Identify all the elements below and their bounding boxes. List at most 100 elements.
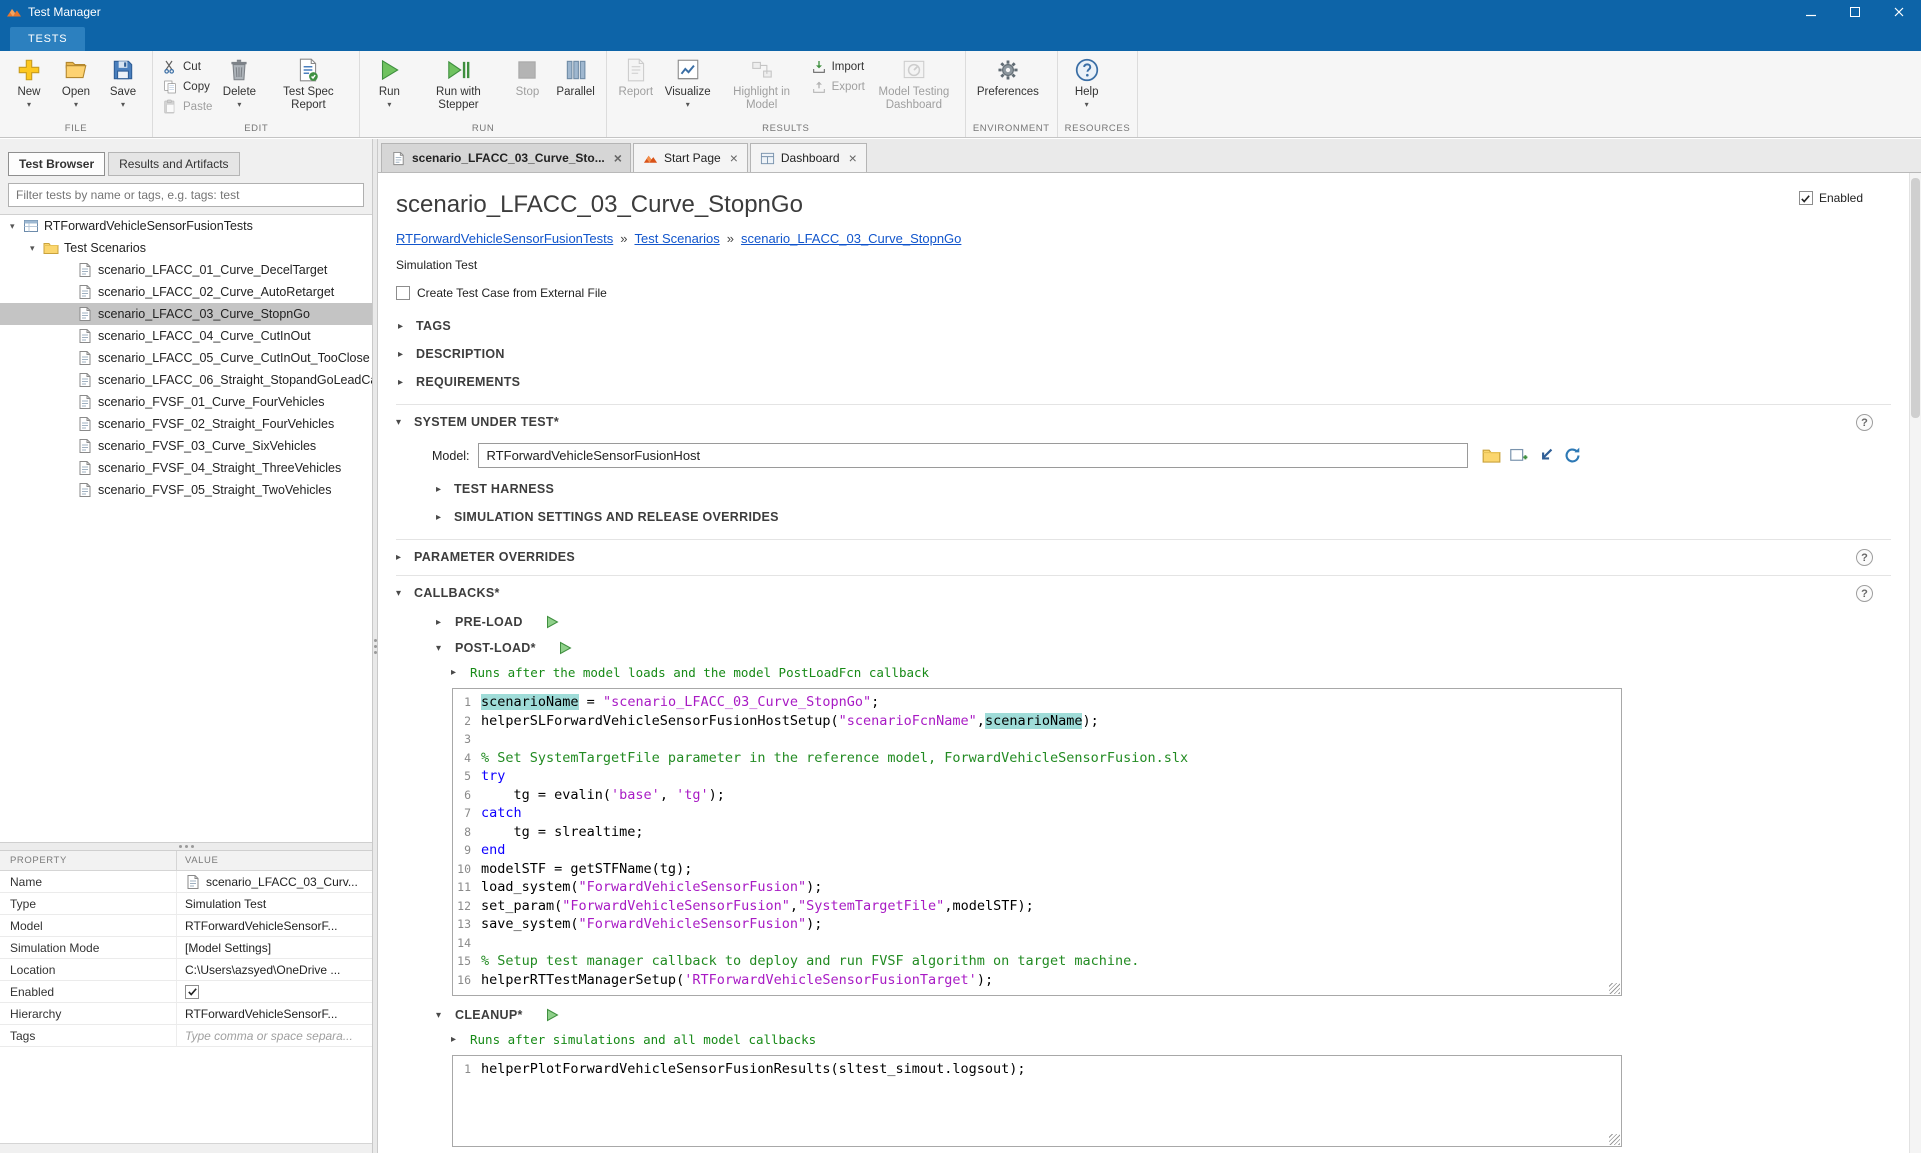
- expand-arrow-icon[interactable]: [398, 377, 409, 388]
- dropdown-caret-icon[interactable]: ▾: [387, 100, 391, 109]
- preferences-button[interactable]: Preferences: [973, 53, 1043, 99]
- property-value[interactable]: C:\Users\azsyed\OneDrive ...: [176, 959, 372, 980]
- tree-item[interactable]: scenario_LFACC_01_Curve_DecelTarget: [0, 259, 372, 281]
- tree-item[interactable]: scenario_LFACC_04_Curve_CutInOut: [0, 325, 372, 347]
- tree-item[interactable]: ▾RTForwardVehicleSensorFusionTests: [0, 215, 372, 237]
- close-tab-icon[interactable]: [614, 151, 622, 165]
- checkbox-checked-icon[interactable]: [185, 985, 199, 999]
- document-tab-start-page[interactable]: Start Page: [633, 143, 748, 172]
- horizontal-splitter[interactable]: [0, 842, 372, 851]
- expand-arrow-icon[interactable]: [436, 484, 447, 495]
- scrollbar-thumb[interactable]: [1911, 178, 1920, 418]
- expand-arrow-icon[interactable]: [398, 349, 409, 360]
- resize-grip-icon[interactable]: [1609, 1134, 1620, 1145]
- help-icon[interactable]: [1856, 549, 1873, 566]
- filter-input[interactable]: [8, 183, 364, 207]
- test-spec-report-button[interactable]: Test Spec Report: [264, 53, 352, 112]
- collapse-arrow-icon[interactable]: [436, 1010, 447, 1021]
- help-icon[interactable]: [1856, 585, 1873, 602]
- dropdown-caret-icon[interactable]: ▾: [121, 100, 125, 109]
- copy-button[interactable]: Copy: [162, 79, 212, 95]
- parallel-button[interactable]: Parallel: [552, 53, 598, 99]
- expand-arrow-icon[interactable]: [451, 667, 462, 678]
- tree-item[interactable]: scenario_LFACC_06_Straight_StopandGoLead…: [0, 369, 372, 391]
- delete-button[interactable]: Delete▾: [217, 53, 261, 109]
- expand-arrow-icon[interactable]: [451, 1034, 462, 1045]
- collapse-arrow-icon[interactable]: [396, 417, 407, 428]
- tree-item[interactable]: scenario_FVSF_02_Straight_FourVehicles: [0, 413, 372, 435]
- postload-code-editor[interactable]: 1scenarioName = "scenario_LFACC_03_Curve…: [452, 688, 1622, 996]
- minimize-icon[interactable]: [1789, 0, 1833, 24]
- tree-item[interactable]: scenario_FVSF_04_Straight_ThreeVehicles: [0, 457, 372, 479]
- open-model-folder-icon[interactable]: [1482, 446, 1501, 465]
- section-header-tags[interactable]: TAGS: [396, 312, 1891, 340]
- section-header-parameter-overrides[interactable]: PARAMETER OVERRIDES: [396, 547, 1891, 567]
- tree-item[interactable]: scenario_FVSF_01_Curve_FourVehicles: [0, 391, 372, 413]
- tab-tests[interactable]: TESTS: [10, 27, 85, 51]
- expand-arrow-icon[interactable]: ▾: [10, 221, 23, 232]
- help-icon[interactable]: [1856, 414, 1873, 431]
- property-value[interactable]: RTForwardVehicleSensorF...: [176, 915, 372, 936]
- expand-arrow-icon[interactable]: [398, 321, 409, 332]
- expand-arrow-icon[interactable]: [396, 552, 407, 563]
- run-button[interactable]: Run▾: [367, 53, 411, 109]
- refresh-model-icon[interactable]: [1563, 446, 1582, 465]
- breadcrumb-link[interactable]: Test Scenarios: [634, 231, 719, 246]
- section-header-requirements[interactable]: REQUIREMENTS: [396, 368, 1891, 396]
- section-header-callbacks[interactable]: CALLBACKS*: [396, 583, 1891, 603]
- dropdown-caret-icon[interactable]: ▾: [686, 100, 690, 109]
- close-icon[interactable]: [1877, 0, 1921, 24]
- close-tab-icon[interactable]: [849, 151, 857, 165]
- save-button[interactable]: Save▾: [101, 53, 145, 109]
- import-button[interactable]: Import: [811, 59, 865, 75]
- cut-button[interactable]: Cut: [162, 59, 212, 75]
- property-value[interactable]: Simulation Test: [176, 893, 372, 914]
- breadcrumb-link[interactable]: scenario_LFACC_03_Curve_StopnGo: [741, 231, 961, 246]
- section-header-pre-load[interactable]: PRE-LOAD: [436, 615, 1891, 629]
- property-value[interactable]: RTForwardVehicleSensorF...: [176, 1003, 372, 1024]
- expand-arrow-icon[interactable]: [436, 512, 447, 523]
- use-current-model-icon[interactable]: [1536, 446, 1555, 465]
- close-tab-icon[interactable]: [730, 151, 738, 165]
- expand-arrow-icon[interactable]: ▾: [30, 243, 43, 254]
- breadcrumb-link[interactable]: RTForwardVehicleSensorFusionTests: [396, 231, 613, 246]
- vertical-scrollbar[interactable]: [1909, 173, 1921, 1153]
- tree-item[interactable]: scenario_FVSF_03_Curve_SixVehicles: [0, 435, 372, 457]
- tree-item[interactable]: scenario_LFACC_03_Curve_StopnGo: [0, 303, 372, 325]
- dropdown-caret-icon[interactable]: ▾: [27, 100, 31, 109]
- dropdown-caret-icon[interactable]: ▾: [237, 100, 241, 109]
- enabled-checkbox[interactable]: Enabled: [1799, 191, 1863, 205]
- model-input[interactable]: [478, 443, 1468, 468]
- run-preload-button[interactable]: [545, 615, 559, 629]
- create-harness-icon[interactable]: [1509, 446, 1528, 465]
- section-header-cleanup[interactable]: CLEANUP*: [436, 1008, 1891, 1022]
- dropdown-caret-icon[interactable]: ▾: [1085, 100, 1089, 109]
- run-cleanup-button[interactable]: [545, 1008, 559, 1022]
- visualize-button[interactable]: Visualize▾: [661, 53, 715, 109]
- tree-item[interactable]: ▾Test Scenarios: [0, 237, 372, 259]
- tree-item[interactable]: scenario_LFACC_05_Curve_CutInOut_TooClos…: [0, 347, 372, 369]
- run-with-stepper-button[interactable]: Run with Stepper: [414, 53, 502, 112]
- collapse-arrow-icon[interactable]: [436, 643, 447, 654]
- external-file-checkbox[interactable]: Create Test Case from External File: [396, 286, 1891, 300]
- new-button[interactable]: New▾: [7, 53, 51, 109]
- maximize-icon[interactable]: [1833, 0, 1877, 24]
- section-header-description[interactable]: DESCRIPTION: [396, 340, 1891, 368]
- property-value[interactable]: [Model Settings]: [176, 937, 372, 958]
- dropdown-caret-icon[interactable]: ▾: [74, 100, 78, 109]
- tree-item[interactable]: scenario_FVSF_05_Straight_TwoVehicles: [0, 479, 372, 501]
- open-button[interactable]: Open▾: [54, 53, 98, 109]
- tree-item[interactable]: scenario_LFACC_02_Curve_AutoRetarget: [0, 281, 372, 303]
- collapse-arrow-icon[interactable]: [396, 588, 407, 599]
- property-value[interactable]: Type comma or space separa...: [176, 1025, 372, 1046]
- sidebar-tab-results-and-artifacts[interactable]: Results and Artifacts: [108, 152, 239, 176]
- property-value[interactable]: scenario_LFACC_03_Curv...: [176, 871, 372, 892]
- document-tab-dashboard[interactable]: Dashboard: [750, 143, 867, 172]
- section-header-simulation-settings-and-release-overrides[interactable]: SIMULATION SETTINGS AND RELEASE OVERRIDE…: [436, 503, 1891, 531]
- property-value[interactable]: [176, 981, 372, 1002]
- section-header-system-under-test[interactable]: SYSTEM UNDER TEST*: [396, 412, 1891, 432]
- document-tab-scenario-lfacc-03-curve-sto[interactable]: scenario_LFACC_03_Curve_Sto...: [381, 143, 631, 172]
- cleanup-code-editor[interactable]: 1helperPlotForwardVehicleSensorFusionRes…: [452, 1055, 1622, 1147]
- help-button[interactable]: Help▾: [1065, 53, 1109, 109]
- sidebar-tab-test-browser[interactable]: Test Browser: [8, 152, 105, 176]
